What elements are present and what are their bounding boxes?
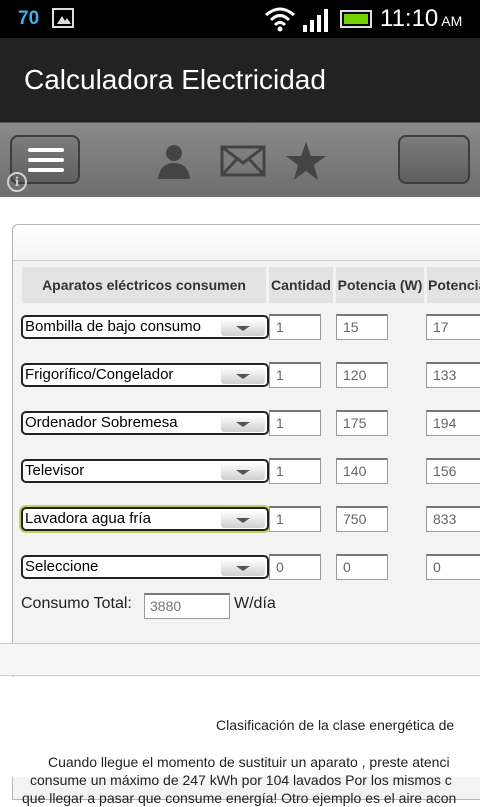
cantidad-input[interactable]: 1 [269, 314, 321, 340]
potencia-2-input[interactable]: 194 [426, 410, 480, 436]
clock: 11:10 AM [380, 5, 463, 32]
battery-icon [340, 10, 372, 28]
chevron-down-icon [221, 367, 265, 384]
column-header-potencia: Potencia (W) [336, 267, 424, 303]
menu-icon-bar [28, 168, 64, 172]
toolbar: i [0, 122, 480, 197]
column-header-potencia-2: Potencia [427, 267, 480, 303]
wifi-icon [265, 7, 295, 32]
cantidad-input[interactable]: 0 [269, 554, 321, 580]
appliance-select[interactable]: Frigorífico/Congelador [21, 363, 269, 387]
app-title: Calculadora Electricidad [24, 64, 326, 95]
appliance-select[interactable]: Lavadora agua fría [21, 507, 269, 531]
appliance-select-value: Seleccione [25, 558, 99, 575]
mail-icon[interactable] [220, 145, 266, 177]
potencia-2-input[interactable]: 0 [426, 554, 480, 580]
info-icon[interactable]: i [7, 172, 27, 192]
toolbar-right-button[interactable] [398, 135, 470, 184]
app-title-bar: Calculadora Electricidad [0, 38, 480, 122]
appliance-select-value: Bombilla de bajo consumo [25, 318, 201, 335]
chevron-down-icon [221, 559, 265, 576]
potencia-input[interactable]: 175 [336, 410, 388, 436]
cantidad-input[interactable]: 1 [269, 362, 321, 388]
appliance-select-value: Televisor [25, 462, 85, 479]
panel-header [13, 225, 480, 261]
cantidad-input[interactable]: 1 [269, 506, 321, 532]
appliance-select-value: Lavadora agua fría [25, 510, 151, 527]
info-paragraph-line: que llegar a pasar que consume energía! … [22, 790, 457, 806]
info-section-header [0, 644, 480, 676]
appliance-select-value: Frigorífico/Congelador [25, 366, 174, 383]
cantidad-input[interactable]: 1 [269, 410, 321, 436]
potencia-input[interactable]: 120 [336, 362, 388, 388]
potencia-2-input[interactable]: 17 [426, 314, 480, 340]
info-paragraph-line: consume un máximo de 247 kWh por 104 lav… [30, 772, 452, 788]
chevron-down-icon [221, 511, 265, 528]
column-header-appliance: Aparatos eléctricos consumen [22, 267, 266, 303]
potencia-input[interactable]: 140 [336, 458, 388, 484]
appliance-select[interactable]: Televisor [21, 459, 269, 483]
chevron-down-icon [221, 319, 265, 336]
potencia-2-input[interactable]: 156 [426, 458, 480, 484]
notification-count: 70 [18, 8, 40, 29]
cantidad-input[interactable]: 1 [269, 458, 321, 484]
menu-icon-bar [28, 158, 64, 162]
chevron-down-icon [221, 463, 265, 480]
info-paragraph: Cuando llegue el momento de sustituir un… [0, 753, 480, 807]
total-input[interactable]: 3880 [144, 593, 230, 619]
column-header-cantidad: Cantidad [269, 267, 333, 303]
star-icon[interactable] [284, 140, 328, 182]
total-unit: W/día [234, 595, 276, 612]
potencia-2-input[interactable]: 833 [426, 506, 480, 532]
potencia-input[interactable]: 750 [336, 506, 388, 532]
appliance-select-value: Ordenador Sobremesa [25, 414, 178, 431]
potencia-input[interactable]: 0 [336, 554, 388, 580]
content-area: Aparatos eléctricos consumen Cantidad Po… [0, 197, 480, 806]
total-label: Consumo Total: [21, 595, 132, 612]
appliance-select[interactable]: Ordenador Sobremesa [21, 411, 269, 435]
gallery-notification-icon [52, 8, 74, 28]
signal-icon [303, 9, 328, 32]
info-paragraph-line: Cuando llegue el momento de sustituir un… [48, 754, 450, 770]
potencia-2-input[interactable]: 133 [426, 362, 480, 388]
menu-icon-bar [28, 148, 64, 152]
person-icon[interactable] [154, 141, 194, 181]
info-heading: Clasificación de la clase energética de [216, 717, 455, 733]
chevron-down-icon [221, 415, 265, 432]
appliance-select[interactable]: Seleccione [21, 555, 269, 579]
info-section: Clasificación de la clase energética de … [0, 677, 480, 806]
appliance-select[interactable]: Bombilla de bajo consumo [21, 315, 269, 339]
potencia-input[interactable]: 15 [336, 314, 388, 340]
status-bar: 70 11:10 AM [0, 0, 480, 38]
